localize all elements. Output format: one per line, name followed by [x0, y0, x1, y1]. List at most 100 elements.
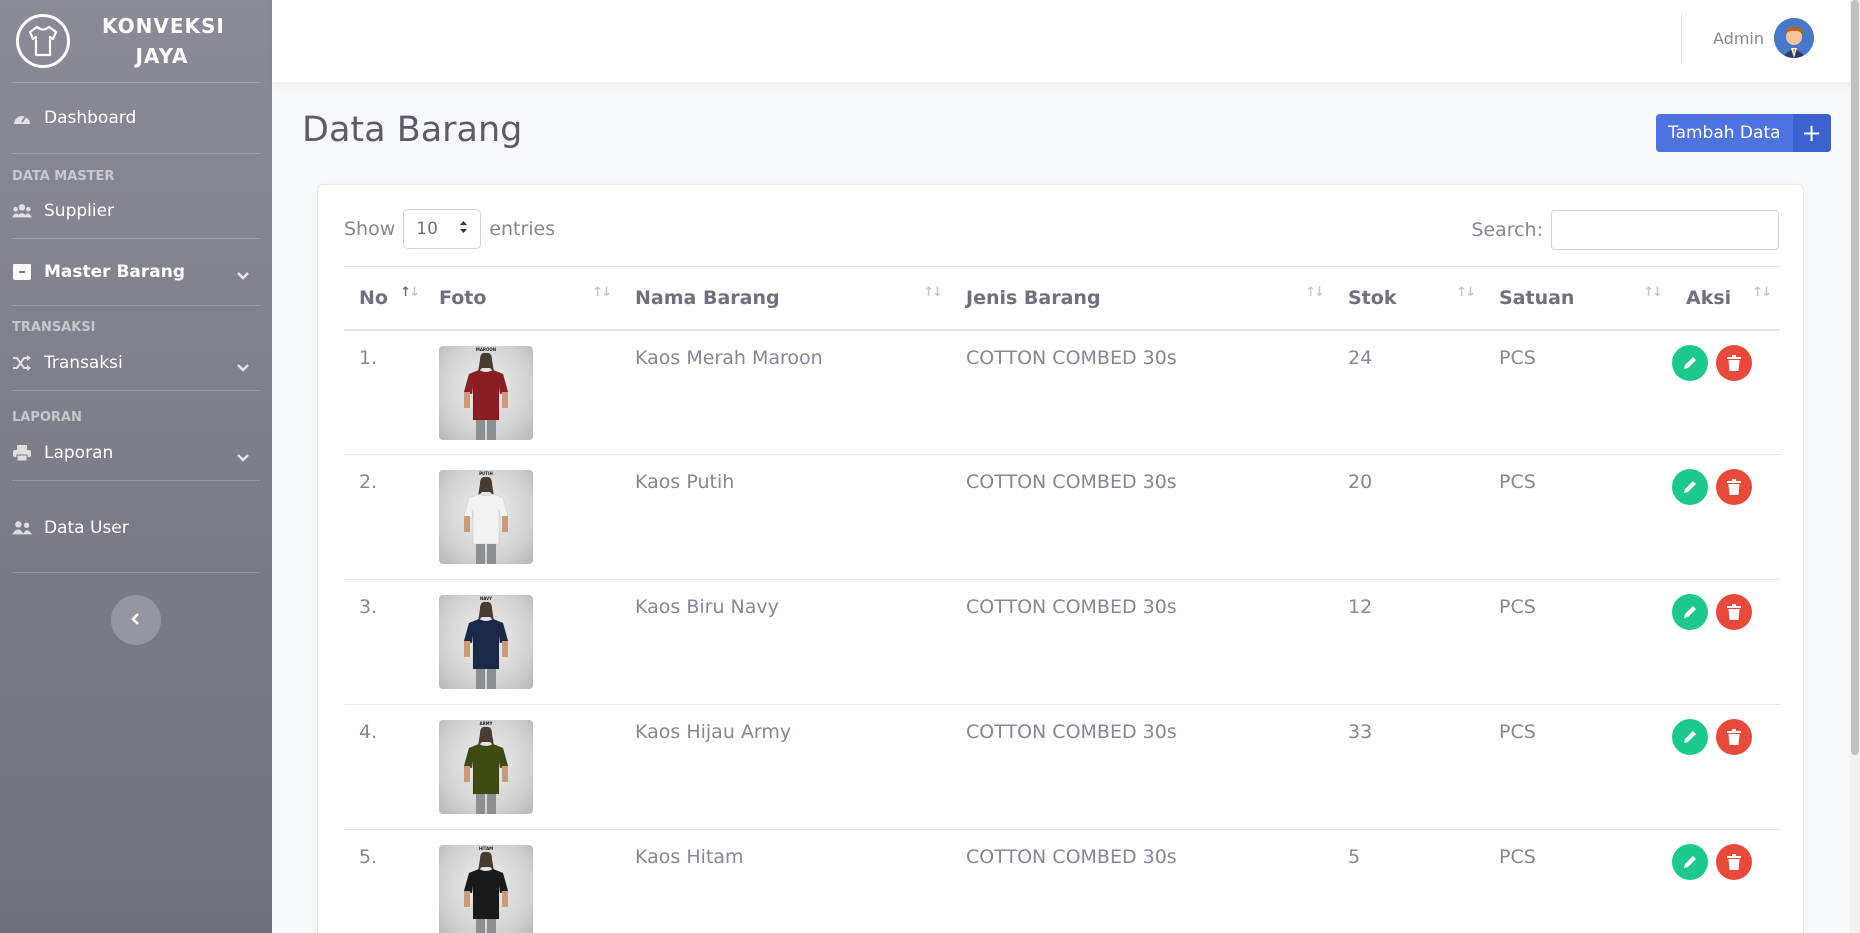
delete-button[interactable] [1716, 469, 1752, 505]
table-row: 1. MAROON Kaos Merah Maroon COTTON COMBED 3… [344, 329, 1780, 455]
sidebar-item-master-barang[interactable]: Master Barang [0, 239, 272, 305]
search-input[interactable] [1551, 210, 1779, 250]
cell-satuan: PCS [1484, 829, 1671, 933]
row-actions [1672, 719, 1780, 755]
cell-stok: 24 [1333, 329, 1484, 455]
table-search: Search: [1471, 210, 1779, 250]
pencil-icon [1684, 731, 1696, 743]
brand-line-1: KONVEKSI [102, 14, 225, 38]
edit-button[interactable] [1672, 719, 1708, 755]
cell-nama-barang: Kaos Hijau Army [620, 704, 951, 830]
page-title: Data Barang [302, 110, 523, 150]
table-row: 2. PUTIH Kaos Putih COTTON COMBED 30s 20 PCS [344, 454, 1780, 580]
table-row: 3. NAVY Kaos Biru Navy COTTON COMBED 30s 12 P… [344, 579, 1780, 705]
plus-icon: + [1792, 114, 1831, 152]
sidebar-item-transaksi[interactable]: Transaksi [0, 335, 272, 390]
cell-jenis-barang: COTTON COMBED 30s [951, 579, 1333, 705]
row-actions [1672, 469, 1780, 505]
cell-satuan: PCS [1484, 329, 1671, 455]
sort-icon: ↑↓ [1643, 285, 1663, 300]
photo-tag: ARMY [479, 721, 493, 726]
cell-nama-barang: Kaos Hitam [620, 829, 951, 933]
tshirt-logo-icon [16, 14, 70, 68]
column-header-label: Jenis Barang [966, 286, 1101, 309]
row-actions [1672, 594, 1780, 630]
product-photo[interactable]: MAROON [439, 345, 533, 440]
page-scrollbar[interactable] [1850, 0, 1860, 933]
show-label: Show [344, 218, 396, 240]
column-header-label: Foto [439, 286, 487, 309]
pencil-icon [1684, 606, 1696, 618]
delete-button[interactable] [1716, 844, 1752, 880]
column-header-satuan[interactable]: Satuan ↑↓ [1484, 266, 1671, 331]
brand-name: KONVEKSI JAYA [102, 11, 225, 71]
column-header-no[interactable]: No ↑↓ [344, 266, 424, 331]
sidebar-heading-transaksi: TRANSAKSI [12, 320, 96, 335]
sidebar-divider [12, 572, 260, 573]
brand[interactable]: KONVEKSI JAYA [0, 0, 272, 82]
edit-button[interactable] [1672, 844, 1708, 880]
product-photo[interactable]: ARMY [439, 720, 533, 814]
shuffle-icon [12, 353, 32, 373]
edit-button[interactable] [1672, 469, 1708, 505]
column-header-label: Stok [1348, 286, 1397, 309]
column-header-stok[interactable]: Stok ↑↓ [1333, 266, 1484, 331]
column-header-nama-barang[interactable]: Nama Barang ↑↓ [620, 266, 951, 331]
add-data-button[interactable]: Tambah Data + [1656, 114, 1831, 152]
cell-stok: 12 [1333, 579, 1484, 705]
cell-aksi [1671, 329, 1780, 455]
sidebar-toggle-button[interactable] [111, 595, 161, 645]
sidebar-item-data-user[interactable]: Data User [0, 481, 272, 572]
entries-label: entries [489, 218, 556, 240]
add-data-label: Tambah Data [1668, 123, 1781, 143]
photo-tag: PUTIH [479, 471, 493, 476]
edit-button[interactable] [1672, 344, 1708, 381]
table-row: 5. HITAM Kaos Hitam COTTON COMBED 30s 5 PCS [344, 829, 1780, 933]
sort-icon: ↑↓ [1305, 285, 1325, 300]
sidebar-item-dashboard[interactable]: Dashboard [0, 83, 272, 153]
user-dropdown[interactable]: Admin [1713, 18, 1814, 58]
column-header-jenis-barang[interactable]: Jenis Barang ↑↓ [951, 266, 1333, 331]
tshirt-model-image [463, 851, 509, 933]
column-header-label: Nama Barang [635, 286, 780, 309]
scrollbar-thumb[interactable] [1851, 0, 1859, 755]
sidebar-item-supplier[interactable]: Supplier [0, 184, 272, 238]
dashboard-icon [12, 108, 32, 128]
cell-nama-barang: Kaos Biru Navy [620, 579, 951, 705]
entries-select[interactable]: 10 [403, 209, 482, 249]
brand-line-2: JAYA [135, 44, 189, 68]
product-photo[interactable]: PUTIH [439, 470, 533, 564]
cell-foto: ARMY [424, 704, 620, 830]
sidebar-heading-laporan: LAPORAN [12, 410, 82, 425]
edit-button[interactable] [1672, 594, 1708, 630]
data-table-card: Show 10 entries Search: No ↑↓ Foto ↑↓ Nama… [317, 184, 1804, 933]
sort-icon: ↑↓ [592, 285, 612, 300]
sidebar: KONVEKSI JAYA Dashboard DATA MASTER Supp… [0, 0, 272, 933]
sidebar-item-laporan[interactable]: Laporan [0, 425, 272, 480]
cell-nama-barang: Kaos Putih [620, 454, 951, 580]
product-photo[interactable]: NAVY [439, 595, 533, 689]
table-body: 1. MAROON Kaos Merah Maroon COTTON COMBED 3… [344, 329, 1780, 933]
box-icon [12, 262, 32, 282]
sort-icon: ↑↓ [1456, 285, 1476, 300]
topbar: Admin [272, 0, 1860, 82]
cell-foto: HITAM [424, 829, 620, 933]
sidebar-item-label: Master Barang [44, 262, 186, 282]
column-header-foto[interactable]: Foto ↑↓ [424, 266, 620, 331]
product-photo[interactable]: HITAM [439, 845, 533, 933]
chevron-down-icon [236, 358, 250, 378]
cell-foto: NAVY [424, 579, 620, 705]
users-icon [12, 201, 32, 221]
sidebar-item-label: Laporan [44, 442, 114, 463]
table-header-row: No ↑↓ Foto ↑↓ Nama Barang ↑↓ Jenis Barang ↑↓… [344, 266, 1780, 331]
column-header-aksi[interactable]: Aksi ↑↓ [1671, 266, 1780, 331]
sort-icon: ↑↓ [1752, 285, 1772, 300]
photo-tag: NAVY [479, 596, 493, 601]
cell-aksi [1671, 704, 1780, 830]
delete-button[interactable] [1716, 594, 1752, 630]
trash-icon [1727, 479, 1741, 495]
data-table: No ↑↓ Foto ↑↓ Nama Barang ↑↓ Jenis Barang ↑↓… [344, 266, 1780, 933]
delete-button[interactable] [1716, 344, 1752, 381]
tshirt-model-image [463, 352, 509, 440]
delete-button[interactable] [1716, 719, 1752, 755]
